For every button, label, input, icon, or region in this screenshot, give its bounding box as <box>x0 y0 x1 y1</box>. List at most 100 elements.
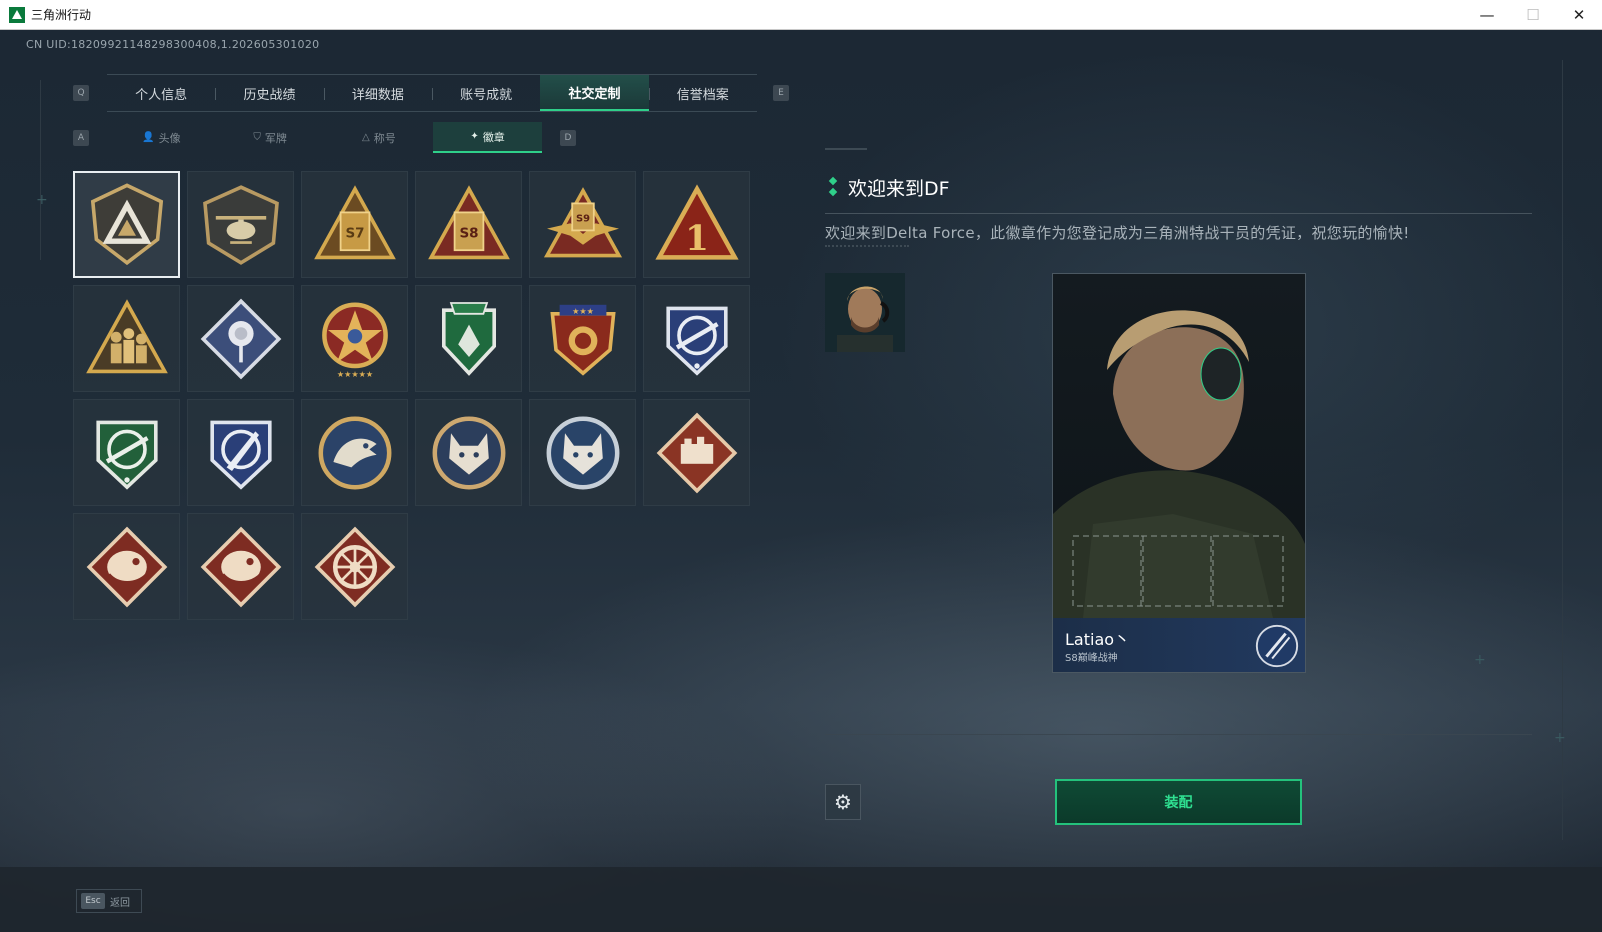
subtab-avatar-label: 头像 <box>158 131 181 145</box>
operator-card-info: Latiao丶 S8巅峰战神 <box>1053 618 1305 672</box>
decor-cross-icon: + <box>36 192 48 208</box>
detail-top-accent <box>825 148 867 150</box>
settings-button[interactable]: ⚙ <box>825 784 861 820</box>
maximize-button[interactable]: ☐ <box>1510 0 1556 30</box>
close-button[interactable]: ✕ <box>1556 0 1602 30</box>
delta-shield-badge-icon <box>90 182 163 265</box>
badge-slot[interactable] <box>643 285 750 392</box>
badge-slot[interactable]: S7 <box>301 171 408 278</box>
badge-icon: ✦ <box>470 131 479 142</box>
description-dots <box>825 245 909 248</box>
equip-button[interactable]: 装配 <box>1055 779 1302 825</box>
subtab-badge-label: 徽章 <box>482 130 505 144</box>
player-title: S8巅峰战神 <box>1065 653 1118 664</box>
subtab-avatar[interactable]: 👤 头像 <box>107 122 216 153</box>
tab-reputation[interactable]: 信誉档案 <box>648 75 757 111</box>
avatar-portrait-icon <box>825 273 905 352</box>
soldiers-badge-icon <box>85 298 168 373</box>
s7-label: S7 <box>345 225 364 241</box>
minimize-button[interactable]: — <box>1464 0 1510 30</box>
subtab-title-label: 称号 <box>373 131 396 145</box>
helicopter-badge-icon <box>202 184 279 265</box>
badge-slot[interactable] <box>187 399 294 506</box>
decor-line <box>40 80 41 260</box>
badge-slot[interactable] <box>73 399 180 506</box>
badge-detail-description: 欢迎来到Delta Force，此徽章作为您登记成为三角洲特战干员的凭证，祝您玩… <box>825 224 1410 242</box>
badge-slot[interactable]: S9 <box>529 171 636 278</box>
rank-1-badge-icon: 1 <box>654 183 739 260</box>
badge-slot[interactable] <box>187 285 294 392</box>
badge-slot[interactable] <box>73 285 180 392</box>
detail-bottom-divider <box>825 734 1532 735</box>
badge-slot[interactable] <box>415 285 522 392</box>
badge-slot[interactable] <box>301 399 408 506</box>
badge-slot[interactable] <box>643 399 750 506</box>
rank-1-label: 1 <box>685 219 709 259</box>
badge-slot[interactable] <box>415 399 522 506</box>
window-titlebar: 三角洲行动 — ☐ ✕ <box>0 0 1602 30</box>
s8-label: S8 <box>459 225 478 241</box>
esc-key-hint: Esc <box>81 893 105 909</box>
wheel-badge-icon <box>314 526 395 607</box>
tab-social-customization[interactable]: 社交定制 <box>540 75 649 111</box>
game-viewport: + + + CN UID:18209921148298300408,1.2026… <box>0 30 1602 932</box>
red-diamond-badge-icon <box>656 412 737 493</box>
svg-text:★★★★★: ★★★★★ <box>336 368 372 378</box>
star-emblem-badge-icon: ★★★★★ <box>321 302 388 378</box>
tab-prev-key-hint[interactable]: Q <box>73 85 89 101</box>
lynx-badge-icon <box>432 416 505 489</box>
tab-match-history[interactable]: 历史战绩 <box>215 75 323 111</box>
back-label: 返回 <box>110 897 130 909</box>
operator-card: Latiao丶 S8巅峰战神 <box>1052 273 1306 673</box>
blue-knife-badge-icon <box>209 420 272 490</box>
operator-portrait-icon <box>1053 274 1305 618</box>
badge-detail-title: 欢迎来到DF <box>848 178 950 200</box>
s8-badge-icon: S8 <box>427 184 510 259</box>
serpent-badge-icon <box>86 526 167 607</box>
tab-next-key-hint[interactable]: E <box>773 85 789 101</box>
main-tabs: 个人信息 历史战绩 详细数据 账号成就 社交定制 信誉档案 <box>107 74 757 112</box>
badge-slot[interactable] <box>187 513 294 620</box>
window-controls: — ☐ ✕ <box>1464 0 1602 30</box>
badge-slot[interactable] <box>301 513 408 620</box>
rose-badge-icon <box>200 298 281 379</box>
serpent-2-badge-icon <box>200 526 281 607</box>
svg-text:★★★: ★★★ <box>572 305 594 315</box>
badge-slot[interactable] <box>529 399 636 506</box>
decor-cross-icon: + <box>1474 652 1486 668</box>
equipped-badge-icon <box>1255 624 1299 668</box>
detail-divider <box>825 213 1532 214</box>
badge-slot[interactable]: ★★★ <box>529 285 636 392</box>
badge-slot[interactable]: ★★★★★ <box>301 285 408 392</box>
operator-card-art <box>1053 274 1305 618</box>
subtab-next-key-hint[interactable]: D <box>560 130 576 146</box>
footer-bar: Esc 返回 <box>0 867 1602 932</box>
badge-slot[interactable]: 1 <box>643 171 750 278</box>
dogtag-icon: ⛉ <box>253 132 261 143</box>
badge-grid: S7 S8 S9 1 ★★★★★ ★★★ <box>73 171 750 620</box>
gold-crest-badge-icon: ★★★ <box>549 304 616 376</box>
tab-achievements[interactable]: 账号成就 <box>431 75 540 111</box>
decor-line <box>1562 60 1563 840</box>
s9-badge-icon: S9 <box>543 186 622 257</box>
s7-badge-icon: S7 <box>313 184 396 259</box>
subtab-dogtag-label: 军牌 <box>264 131 287 145</box>
subtab-badge[interactable]: ✦ 徽章 <box>433 122 542 153</box>
title-icon: △ <box>362 132 370 143</box>
badge-slot[interactable] <box>187 171 294 278</box>
subtab-prev-key-hint[interactable]: A <box>73 130 89 146</box>
subtab-title[interactable]: △ 称号 <box>325 122 434 153</box>
badge-slot[interactable] <box>73 513 180 620</box>
player-avatar[interactable] <box>825 273 905 352</box>
subtab-dogtag[interactable]: ⛉ 军牌 <box>216 122 325 153</box>
back-button[interactable]: Esc 返回 <box>76 889 142 913</box>
sub-tabs: 👤 头像 ⛉ 军牌 △ 称号 ✦ 徽章 <box>107 122 542 153</box>
player-uid: CN UID:18209921148298300408,1.2026053010… <box>26 38 320 51</box>
tab-detailed-stats[interactable]: 详细数据 <box>323 75 432 111</box>
player-name: Latiao丶 <box>1065 630 1131 649</box>
badge-slot[interactable]: S8 <box>415 171 522 278</box>
eagle-badge-icon <box>318 416 391 489</box>
gear-icon: ⚙ <box>834 790 852 814</box>
tab-personal-info[interactable]: 个人信息 <box>107 75 215 111</box>
badge-slot[interactable] <box>73 171 180 278</box>
